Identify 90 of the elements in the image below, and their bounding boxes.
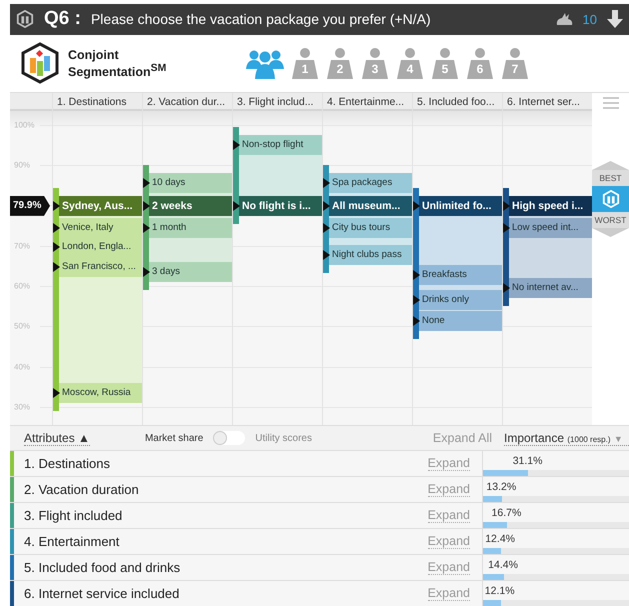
axis-tick-label: 90% <box>14 160 30 170</box>
attributes-sort-link[interactable]: Attributes ▲ <box>24 430 90 446</box>
pointer-icon <box>143 266 150 277</box>
brand-name: Segmentation$^{SM}$ <box>68 62 168 79</box>
pointer-icon <box>413 200 420 211</box>
level-item[interactable]: Spa packages <box>329 172 412 193</box>
pointer-icon <box>53 200 60 211</box>
level-item[interactable]: Non-stop flight <box>239 134 322 155</box>
importance-value: 12.4% <box>485 533 516 546</box>
level-item[interactable]: San Francisco, ... <box>59 256 142 277</box>
attribute-name: 5. Included food and drinks <box>23 559 182 578</box>
level-item[interactable]: All museum... <box>329 196 412 216</box>
axis-tick-label: 30% <box>14 402 30 412</box>
down-arrow-icon[interactable] <box>607 10 623 28</box>
level-item[interactable]: Sydney, Aus... <box>59 196 142 216</box>
pointer-icon <box>413 294 420 305</box>
pointer-icon <box>143 222 150 233</box>
level-item[interactable]: None <box>419 310 502 331</box>
importance-value: 14.4% <box>488 559 519 572</box>
level-item[interactable]: Drinks only <box>419 290 502 310</box>
menu-icon[interactable] <box>602 96 618 109</box>
pointer-icon <box>233 140 240 150</box>
best-label: BEST <box>592 170 629 186</box>
axis-tick-label: 60% <box>14 282 30 290</box>
pointer-icon <box>53 262 60 272</box>
level-item[interactable]: City bus tours <box>329 218 412 238</box>
importance-value: 13.2% <box>486 481 518 494</box>
logo-icon <box>602 190 620 208</box>
worst-label: WORST <box>592 212 629 228</box>
pointer-icon <box>503 222 510 233</box>
level-item[interactable]: Moscow, Russia <box>59 382 142 403</box>
share-tag: 79.9% <box>10 196 50 216</box>
pointer-icon <box>413 316 420 326</box>
importance-value: 12.1% <box>484 585 516 598</box>
column-header[interactable]: 5. Included foo... <box>413 92 502 111</box>
pointer-icon <box>503 200 510 211</box>
level-item[interactable]: Low speed int... <box>509 218 592 238</box>
level-item[interactable]: London, Engla... <box>59 236 142 257</box>
pointer-icon <box>413 270 420 280</box>
level-item[interactable]: High speed i... <box>509 196 592 216</box>
level-item[interactable]: Breakfasts <box>419 264 502 285</box>
logo-icon <box>20 42 60 84</box>
level-item[interactable]: 3 days <box>149 262 232 282</box>
attribute-name: 4. Entertainment <box>23 533 120 552</box>
axis-tick-label: 40% <box>14 362 30 372</box>
pointer-icon <box>233 200 240 211</box>
pointer-icon <box>143 200 150 211</box>
hexagon-icon <box>16 10 34 28</box>
logo-button[interactable] <box>592 186 629 212</box>
pointer-icon <box>503 282 510 293</box>
column-header[interactable]: 6. Internet ser... <box>503 92 592 111</box>
pointer-icon <box>53 242 60 252</box>
axis-tick-label: 100% <box>14 120 34 130</box>
level-item[interactable]: No internet av... <box>509 278 592 298</box>
axis-tick-label: 50% <box>14 322 30 331</box>
question-text: Please choose the vacation package you prefer (+N/A) <box>90 11 432 28</box>
utility-scores-label: Utility scores <box>255 432 312 444</box>
attribute-name: 6. Internet service included <box>23 585 180 604</box>
pointer-icon <box>143 178 150 188</box>
level-item[interactable]: Night clubs pass <box>329 244 412 265</box>
pointer-icon <box>323 200 330 211</box>
attribute-name: 1. Destinations <box>23 455 111 474</box>
brand-name: Conjoint <box>68 48 120 62</box>
column-header[interactable]: 3. Flight includ... <box>233 92 322 111</box>
view-toggle[interactable] <box>213 431 246 446</box>
column-header[interactable]: 4. Entertainme... <box>323 92 412 111</box>
column-header[interactable]: 1. Destinations <box>53 92 142 111</box>
level-item[interactable]: Venice, Italy <box>59 218 142 238</box>
attribute-name: 2. Vacation duration <box>23 481 140 500</box>
axis-tick-label: 70% <box>14 241 30 250</box>
up-triangle-icon[interactable] <box>592 160 629 170</box>
count-label: 10 <box>582 12 597 27</box>
level-item[interactable]: 2 weeks <box>149 196 232 216</box>
importance-sort-link[interactable]: Importance (1000 resp.) ▼ <box>504 430 629 446</box>
level-item[interactable]: Unlimited fo... <box>419 196 502 216</box>
question-number: Q6 : <box>44 8 81 30</box>
column-header[interactable]: 2. Vacation dur... <box>143 92 232 111</box>
pointer-icon <box>53 222 60 233</box>
level-item[interactable]: 10 days <box>149 172 232 193</box>
level-item[interactable]: No flight is i... <box>239 196 322 216</box>
down-triangle-icon[interactable] <box>592 228 629 237</box>
importance-value: 16.7% <box>492 507 522 520</box>
pointer-icon <box>323 222 330 233</box>
pointer-icon <box>323 250 330 260</box>
pointer-icon <box>53 388 60 398</box>
pointer-icon <box>323 178 330 188</box>
market-share-label: Market share <box>144 432 204 444</box>
importance-value: 31.1% <box>512 455 544 468</box>
attribute-name: 3. Flight included <box>23 507 124 526</box>
level-item[interactable]: 1 month <box>149 218 232 238</box>
